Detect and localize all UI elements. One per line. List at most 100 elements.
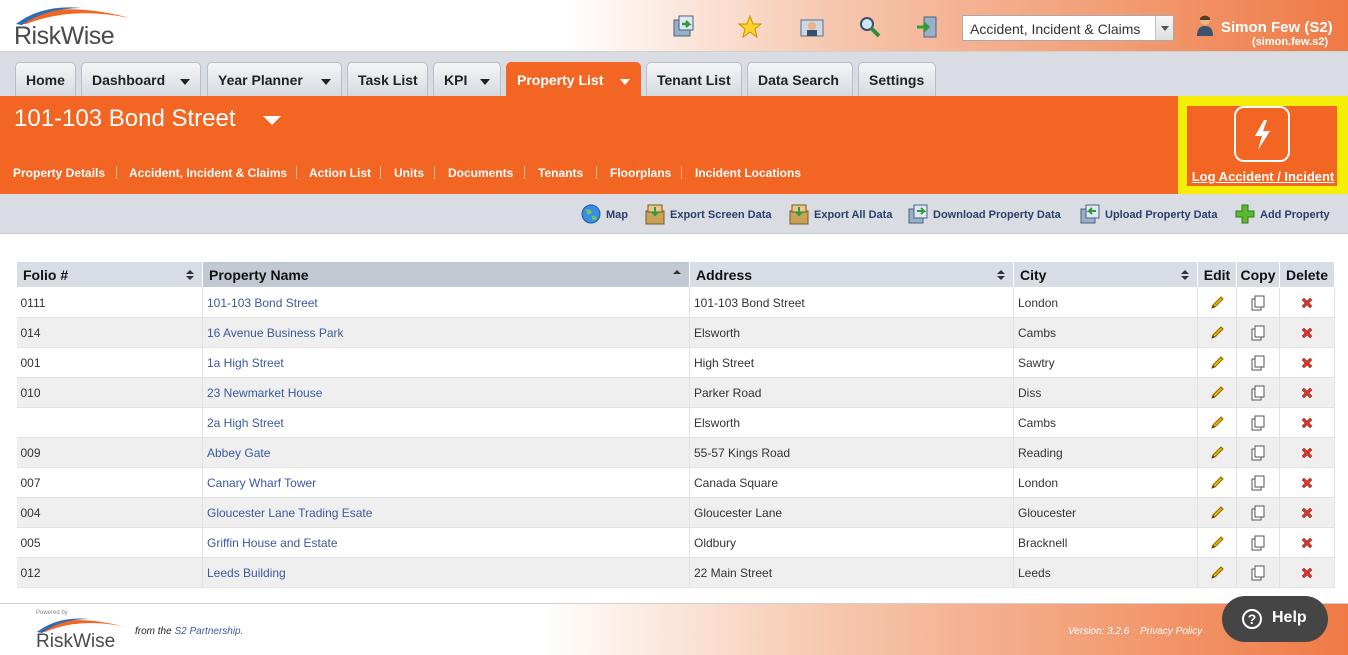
tab-property-list[interactable]: Property List <box>506 62 641 96</box>
tab-settings[interactable]: Settings <box>858 62 936 96</box>
subnav-documents[interactable]: Documents <box>448 166 513 180</box>
property-name-link[interactable]: Gloucester Lane Trading Esate <box>207 506 372 520</box>
subnav-action-list[interactable]: Action List <box>309 166 371 180</box>
edit-pencil-icon[interactable] <box>1209 355 1225 371</box>
subnav-property-details[interactable]: Property Details <box>13 166 105 180</box>
edit-pencil-icon[interactable] <box>1209 565 1225 581</box>
copy-icon[interactable] <box>1250 565 1266 581</box>
subnav-floorplans[interactable]: Floorplans <box>610 166 671 180</box>
property-name-link[interactable]: Griffin House and Estate <box>207 536 338 550</box>
sort-icon[interactable] <box>1181 270 1189 280</box>
tab-home[interactable]: Home <box>15 62 76 96</box>
contact-icon[interactable] <box>799 14 825 40</box>
column-header-city[interactable]: City <box>1013 261 1198 288</box>
chevron-down-icon[interactable] <box>321 79 331 85</box>
help-button[interactable]: ? Help <box>1222 596 1328 642</box>
table-row: 005 Griffin House and Estate Oldbury Brackn… <box>16 527 1335 558</box>
subnav-divider <box>380 166 381 179</box>
property-name-link[interactable]: 1a High Street <box>207 356 284 370</box>
riskwise-logo[interactable]: RiskWise <box>12 2 134 50</box>
edit-cell <box>1197 317 1237 348</box>
property-name-cell: Leeds Building <box>202 557 690 588</box>
user-name[interactable]: Simon Few (S2) <box>1221 19 1333 36</box>
chevron-down-icon[interactable] <box>180 79 190 85</box>
subnav-units[interactable]: Units <box>394 166 424 180</box>
column-header-property-name[interactable]: Property Name <box>202 261 690 288</box>
delete-icon[interactable] <box>1299 325 1315 341</box>
edit-pencil-icon[interactable] <box>1209 325 1225 341</box>
delete-icon[interactable] <box>1299 385 1315 401</box>
column-header-folio[interactable]: Folio # <box>16 261 203 288</box>
column-header-address[interactable]: Address <box>689 261 1014 288</box>
column-header-delete: Delete <box>1279 261 1335 288</box>
edit-cell <box>1197 347 1237 378</box>
subnav-tenants[interactable]: Tenants <box>538 166 583 180</box>
chevron-down-icon[interactable] <box>480 79 490 85</box>
delete-icon[interactable] <box>1299 355 1315 371</box>
property-name-link[interactable]: Abbey Gate <box>207 446 270 460</box>
property-name-link[interactable]: 2a High Street <box>207 416 284 430</box>
delete-icon[interactable] <box>1299 295 1315 311</box>
tab-year-planner[interactable]: Year Planner <box>207 62 342 96</box>
property-name-link[interactable]: Canary Wharf Tower <box>207 476 316 490</box>
edit-pencil-icon[interactable] <box>1209 445 1225 461</box>
delete-icon[interactable] <box>1299 535 1315 551</box>
property-name-link[interactable]: 101-103 Bond Street <box>207 296 318 310</box>
tab-data-search[interactable]: Data Search <box>747 62 853 96</box>
sort-icon[interactable] <box>186 270 194 280</box>
delete-icon[interactable] <box>1299 565 1315 581</box>
subnav-incident-locations[interactable]: Incident Locations <box>695 166 801 180</box>
edit-pencil-icon[interactable] <box>1209 295 1225 311</box>
copy-icon[interactable] <box>1250 385 1266 401</box>
copy-icon[interactable] <box>1250 325 1266 341</box>
footer-riskwise-logo[interactable]: RiskWise <box>34 614 129 654</box>
copy-icon[interactable] <box>1250 415 1266 431</box>
download-icon <box>907 203 929 225</box>
folio-cell: 005 <box>16 527 203 558</box>
delete-icon[interactable] <box>1299 475 1315 491</box>
copy-cell <box>1236 467 1280 498</box>
sort-icon[interactable] <box>997 270 1005 280</box>
module-select[interactable]: Accident, Incident & Claims <box>962 15 1174 41</box>
log-accident-label[interactable]: Log Accident / Incident <box>1189 169 1337 184</box>
favourite-star-icon[interactable] <box>737 14 763 40</box>
edit-pencil-icon[interactable] <box>1209 535 1225 551</box>
tab-label: Data Search <box>758 72 839 88</box>
chevron-down-icon[interactable] <box>620 79 630 85</box>
property-name-link[interactable]: 23 Newmarket House <box>207 386 322 400</box>
edit-pencil-icon[interactable] <box>1209 475 1225 491</box>
user-login: (simon.few.s2) <box>1252 36 1328 48</box>
tab-task-list[interactable]: Task List <box>347 62 428 96</box>
copy-icon[interactable] <box>1250 475 1266 491</box>
chevron-down-icon[interactable] <box>263 116 281 125</box>
edit-pencil-icon[interactable] <box>1209 385 1225 401</box>
edit-pencil-icon[interactable] <box>1209 505 1225 521</box>
subnav-accident-incident-claims[interactable]: Accident, Incident & Claims <box>129 166 287 180</box>
copy-icon[interactable] <box>1250 295 1266 311</box>
property-name-link[interactable]: Leeds Building <box>207 566 286 580</box>
sort-ascending-icon[interactable] <box>673 270 681 280</box>
tab-tenant-list[interactable]: Tenant List <box>646 62 742 96</box>
log-accident-button[interactable]: Log Accident / Incident <box>1187 106 1337 186</box>
delete-icon[interactable] <box>1299 445 1315 461</box>
copy-icon[interactable] <box>1250 355 1266 371</box>
copy-icon[interactable] <box>1250 445 1266 461</box>
logout-icon[interactable] <box>914 14 940 40</box>
property-name-link[interactable]: 16 Avenue Business Park <box>207 326 344 340</box>
page-footer: Powered by RiskWise from the S2 Partners… <box>0 603 1348 655</box>
chevron-down-icon[interactable] <box>1155 16 1173 40</box>
partner-prefix: from the <box>135 626 172 637</box>
table-row: 007 Canary Wharf Tower Canada Square London <box>16 467 1335 498</box>
copy-icon[interactable] <box>1250 505 1266 521</box>
edit-pencil-icon[interactable] <box>1209 415 1225 431</box>
tab-kpi[interactable]: KPI <box>433 62 501 96</box>
privacy-policy-link[interactable]: Privacy Policy <box>1140 626 1202 637</box>
delete-icon[interactable] <box>1299 505 1315 521</box>
page-title[interactable]: 101-103 Bond Street <box>14 105 236 133</box>
copy-icon[interactable] <box>1250 535 1266 551</box>
partner-name[interactable]: S2 Partnership. <box>174 626 243 637</box>
delete-icon[interactable] <box>1299 415 1315 431</box>
search-icon[interactable] <box>857 14 883 40</box>
refresh-icon[interactable] <box>671 14 697 40</box>
tab-dashboard[interactable]: Dashboard <box>81 62 201 96</box>
